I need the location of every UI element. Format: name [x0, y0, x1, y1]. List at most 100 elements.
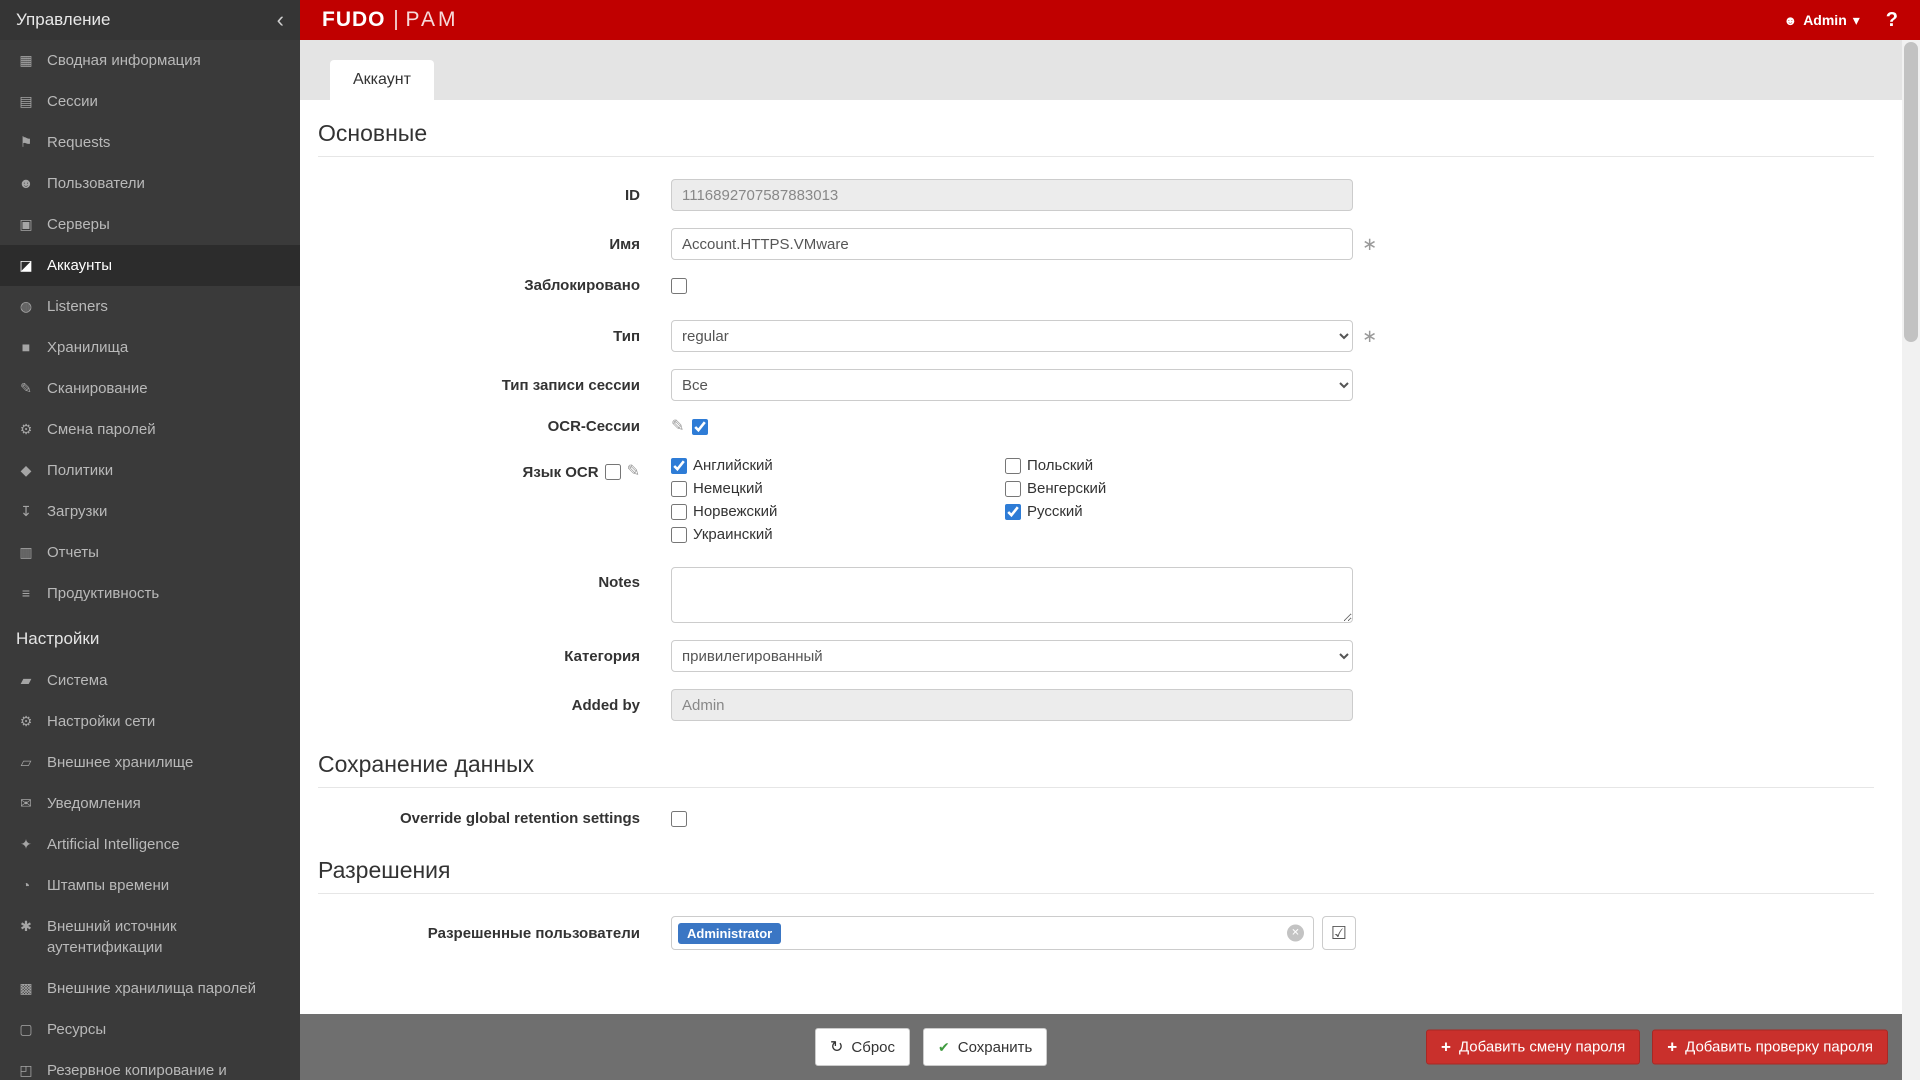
scrollbar-thumb[interactable]	[1904, 42, 1918, 342]
sidebar-item-storage[interactable]: ■ Хранилища	[0, 327, 300, 368]
form-row-category: Категория привилегированный	[318, 640, 1874, 672]
sidebar-item-summary[interactable]: ▦ Сводная информация	[0, 40, 300, 81]
user-icon: ☻	[1784, 13, 1798, 28]
sidebar-item-listeners[interactable]: ◍ Listeners	[0, 286, 300, 327]
check-icon: ✔	[938, 1039, 950, 1056]
folder-icon: ▰	[16, 670, 36, 691]
language-option-russian[interactable]: Русский	[1005, 503, 1106, 520]
sidebar-item-downloads[interactable]: ↧ Загрузки	[0, 491, 300, 532]
language-label: Украинский	[693, 526, 773, 543]
session-recording-label: Тип записи сессии	[318, 377, 640, 394]
reset-button-label: Сброс	[851, 1039, 895, 1056]
language-option-hungarian[interactable]: Венгерский	[1005, 480, 1106, 497]
sidebar-item-label: Listeners	[47, 296, 108, 317]
user-token-administrator[interactable]: Administrator	[678, 923, 781, 944]
listeners-icon: ◍	[16, 296, 36, 317]
language-checkbox[interactable]	[671, 504, 687, 520]
sidebar-item-servers[interactable]: ▣ Серверы	[0, 204, 300, 245]
sidebar-item-sessions[interactable]: ▤ Сессии	[0, 81, 300, 122]
sidebar-item-users[interactable]: ☻ Пользователи	[0, 163, 300, 204]
user-menu[interactable]: ☻ Admin ▾	[1784, 12, 1860, 29]
sidebar-item-external-storage[interactable]: ▱ Внешнее хранилище	[0, 742, 300, 783]
category-label: Категория	[318, 648, 640, 665]
language-checkbox[interactable]	[671, 481, 687, 497]
id-label: ID	[318, 187, 640, 204]
language-checkbox[interactable]	[1005, 481, 1021, 497]
required-asterisk-icon: ∗	[1362, 326, 1377, 347]
language-option-german[interactable]: Немецкий	[671, 480, 1005, 497]
sidebar-item-productivity[interactable]: ≡ Продуктивность	[0, 573, 300, 614]
name-field[interactable]	[671, 228, 1353, 260]
session-recording-select[interactable]: Все	[671, 369, 1353, 401]
language-checkbox[interactable]	[1005, 504, 1021, 520]
override-retention-checkbox[interactable]	[671, 811, 687, 827]
chevron-down-icon: ▾	[1853, 12, 1860, 29]
allowed-users-input[interactable]: Administrator ✕	[671, 916, 1314, 950]
sidebar-item-scanning[interactable]: ✎ Сканирование	[0, 368, 300, 409]
language-checkbox[interactable]	[671, 458, 687, 474]
language-label: Польский	[1027, 457, 1093, 474]
sidebar-item-label: Внешние хранилища паролей	[47, 978, 256, 999]
sidebar-item-reports[interactable]: ▥ Отчеты	[0, 532, 300, 573]
sidebar-item-system[interactable]: ▰ Система	[0, 660, 300, 701]
brand-pam: PAM	[406, 8, 459, 32]
help-button[interactable]: ?	[1886, 9, 1898, 32]
language-label: Английский	[693, 457, 773, 474]
sidebar-item-notifications[interactable]: ✉ Уведомления	[0, 783, 300, 824]
sidebar-item-resources[interactable]: ▢ Ресурсы	[0, 1009, 300, 1050]
envelope-icon: ✉	[16, 793, 36, 814]
sidebar-item-policies[interactable]: ◆ Политики	[0, 450, 300, 491]
sidebar-item-ai[interactable]: ✦ Artificial Intelligence	[0, 824, 300, 865]
vertical-scrollbar[interactable]	[1902, 40, 1920, 1080]
language-checkbox[interactable]	[671, 527, 687, 543]
sidebar-item-label: Сессии	[47, 91, 98, 112]
blocked-checkbox[interactable]	[671, 278, 687, 294]
image-icon: ▢	[16, 1019, 36, 1040]
sidebar-item-label: Аккаунты	[47, 255, 112, 276]
add-password-check-button[interactable]: + Добавить проверку пароля	[1652, 1030, 1888, 1065]
sidebar-item-external-password-vaults[interactable]: ▩ Внешние хранилища паролей	[0, 968, 300, 1009]
language-checkbox-grid: Английский Немецкий Норвежский Украински…	[671, 457, 1106, 543]
edit-icon[interactable]: ✎	[671, 419, 684, 435]
blocked-label: Заблокировано	[318, 277, 640, 294]
sidebar-item-password-change[interactable]: ⚙ Смена паролей	[0, 409, 300, 450]
notes-textarea[interactable]	[671, 567, 1353, 623]
language-option-polish[interactable]: Польский	[1005, 457, 1106, 474]
brand-fudo: FUDO	[322, 8, 386, 32]
grid-icon: ▩	[16, 978, 36, 999]
sidebar-item-label: Уведомления	[47, 793, 141, 814]
ocr-language-label: Язык OCR ✎	[318, 457, 640, 481]
topbar-right: ☻ Admin ▾ ?	[1784, 9, 1899, 32]
save-button[interactable]: ✔ Сохранить	[923, 1028, 1047, 1066]
language-option-ukrainian[interactable]: Украинский	[671, 526, 1005, 543]
sidebar-item-network-settings[interactable]: ⚙ Настройки сети	[0, 701, 300, 742]
plus-icon: +	[1667, 1040, 1677, 1054]
added-by-label: Added by	[318, 697, 640, 714]
section-heading-retention: Сохранение данных	[318, 751, 1874, 788]
sidebar-item-requests[interactable]: ⚑ Requests	[0, 122, 300, 163]
language-checkbox[interactable]	[1005, 458, 1021, 474]
shield-icon: ◆	[16, 460, 36, 481]
plus-icon: +	[1441, 1040, 1451, 1054]
tab-account[interactable]: Аккаунт	[330, 60, 434, 100]
add-password-change-button[interactable]: + Добавить смену пароля	[1426, 1030, 1640, 1065]
sidebar-item-timestamps[interactable]: ◔ Штампы времени	[0, 865, 300, 906]
category-select[interactable]: привилегированный	[671, 640, 1353, 672]
sidebar-collapse-icon[interactable]: ‹	[277, 9, 284, 31]
sidebar-item-external-auth[interactable]: ✱ Внешний источник аутентификации	[0, 906, 300, 968]
reset-button[interactable]: ↻ Сброс	[815, 1028, 910, 1066]
type-select[interactable]: regular	[671, 320, 1353, 352]
ocr-checkbox[interactable]	[692, 419, 708, 435]
brand-logo: FUDO PAM	[322, 8, 458, 32]
select-users-button[interactable]: ☑	[1322, 916, 1356, 950]
allowed-users-label: Разрешенные пользователи	[318, 925, 640, 942]
sidebar-item-accounts[interactable]: ◪ Аккаунты	[0, 245, 300, 286]
language-option-english[interactable]: Английский	[671, 457, 1005, 474]
sidebar-item-backup[interactable]: ◰ Резервное копирование и	[0, 1050, 300, 1080]
clear-icon[interactable]: ✕	[1287, 925, 1304, 942]
form-row-id: ID	[318, 179, 1874, 211]
ocr-language-master-checkbox[interactable]	[605, 464, 621, 480]
edit-icon[interactable]: ✎	[627, 464, 640, 480]
language-option-norwegian[interactable]: Норвежский	[671, 503, 1005, 520]
section-heading-main: Основные	[318, 120, 1874, 157]
